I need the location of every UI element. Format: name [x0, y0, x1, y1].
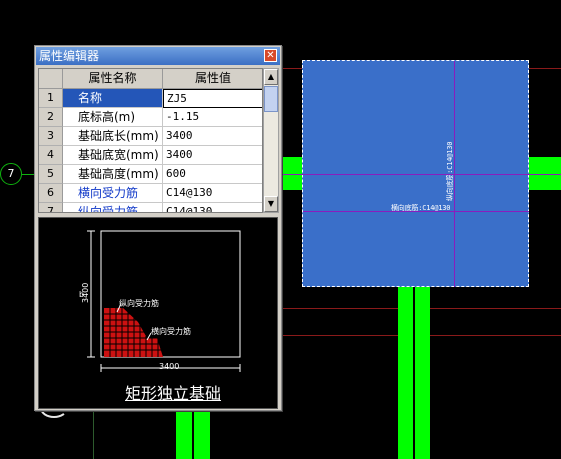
panel-title: 属性编辑器 [39, 49, 100, 63]
grid-scrollbar[interactable]: ▲ ▼ [263, 68, 279, 213]
table-row[interactable]: 1 名称 ZJ5 [39, 89, 262, 108]
property-editor-panel[interactable]: 属性编辑器 ✕ 属性名称 属性值 1 名称 ZJ5 2 底标高(m) -1.15… [34, 45, 282, 411]
row-number: 3 [39, 127, 63, 146]
property-name[interactable]: 纵向受力筋 [63, 203, 163, 212]
row-number: 6 [39, 184, 63, 203]
property-value[interactable]: -1.15 [163, 108, 262, 127]
row-number: 2 [39, 108, 63, 127]
close-icon[interactable]: ✕ [264, 49, 277, 62]
property-value[interactable]: 3400 [163, 127, 262, 146]
property-name[interactable]: 名称 [63, 89, 163, 108]
table-row[interactable]: 5 基础高度(mm) 600 [39, 165, 262, 184]
header-corner [39, 69, 63, 89]
table-row[interactable]: 4 基础底宽(mm) 3400 [39, 146, 262, 165]
horizontal-rebar-label: 横向底筋:C14@130 [391, 204, 451, 212]
property-value[interactable]: C14@130 [163, 203, 262, 212]
property-name[interactable]: 横向受力筋 [63, 184, 163, 203]
table-row[interactable]: 6 横向受力筋 C14@130 [39, 184, 262, 203]
property-grid[interactable]: 属性名称 属性值 1 名称 ZJ5 2 底标高(m) -1.15 3 基础底长(… [38, 68, 263, 213]
property-value[interactable]: 600 [163, 165, 262, 184]
footing-preview: 3400 b 3400 纵向受力筋 横向受力筋 矩形独立基础 [38, 217, 278, 409]
transverse-rebar-label: 横向受力筋 [151, 327, 191, 336]
dim-b-label: b [79, 290, 85, 299]
dim-bottom-label: 3400 [159, 362, 180, 371]
row-number: 1 [39, 89, 63, 108]
property-value-input[interactable]: ZJ5 [163, 89, 262, 108]
preview-caption: 矩形独立基础 [125, 384, 222, 403]
vertical-rebar-label: 纵向底筋:C14@130 [446, 141, 454, 201]
axis-bubble-7[interactable]: 7 [0, 163, 22, 185]
scroll-down-icon[interactable]: ▼ [264, 196, 278, 212]
property-name[interactable]: 底标高(m) [63, 108, 163, 127]
property-name[interactable]: 基础底长(mm) [63, 127, 163, 146]
header-property-name[interactable]: 属性名称 [63, 69, 163, 89]
scroll-thumb[interactable] [264, 86, 278, 112]
table-row[interactable]: 7 纵向受力筋 C14@130 [39, 203, 262, 212]
row-number: 4 [39, 146, 63, 165]
grid-line [93, 410, 94, 459]
property-value[interactable]: 3400 [163, 146, 262, 165]
property-name[interactable]: 基础高度(mm) [63, 165, 163, 184]
property-value[interactable]: C14@130 [163, 184, 262, 203]
axis-line-horizontal [283, 174, 561, 175]
table-row[interactable]: 3 基础底长(mm) 3400 [39, 127, 262, 146]
panel-titlebar[interactable]: 属性编辑器 ✕ [36, 47, 280, 65]
longitudinal-rebar-label: 纵向受力筋 [119, 299, 159, 308]
property-name[interactable]: 基础底宽(mm) [63, 146, 163, 165]
row-number: 5 [39, 165, 63, 184]
row-number: 7 [39, 203, 63, 212]
scroll-up-icon[interactable]: ▲ [264, 69, 278, 85]
beam-divider [413, 287, 415, 459]
table-row[interactable]: 2 底标高(m) -1.15 [39, 108, 262, 127]
beam-divider [192, 410, 194, 459]
header-property-value[interactable]: 属性值 [163, 69, 262, 89]
